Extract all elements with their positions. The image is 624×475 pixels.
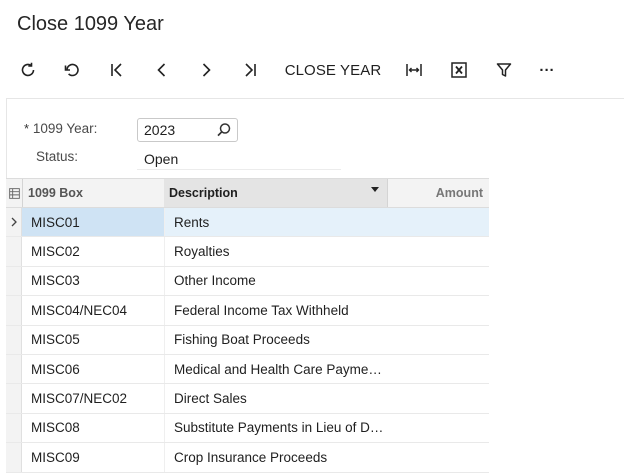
refresh-button[interactable]: [16, 52, 40, 88]
column-settings-button[interactable]: [6, 179, 22, 207]
previous-record-button[interactable]: [150, 52, 174, 88]
cell-description[interactable]: Medical and Health Care Payme…: [164, 354, 387, 384]
row-selector[interactable]: [6, 237, 22, 266]
cell-box[interactable]: MISC07/NEC02: [22, 384, 164, 412]
row-selector[interactable]: [6, 413, 22, 443]
cell-description[interactable]: Substitute Payments in Lieu of D…: [164, 413, 387, 443]
column-header-description[interactable]: Description: [164, 179, 387, 207]
fit-columns-button[interactable]: [402, 52, 426, 88]
year-value: 2023: [144, 122, 176, 138]
first-record-button[interactable]: [105, 52, 129, 88]
status-label: Status:: [36, 149, 79, 164]
more-actions-button[interactable]: ···: [532, 52, 562, 88]
page-title: Close 1099 Year: [17, 13, 164, 35]
table-row[interactable]: MISC05 Fishing Boat Proceeds: [6, 325, 489, 355]
chevron-right-icon: [11, 217, 17, 227]
filter-icon: [496, 63, 512, 77]
refresh-icon: [21, 62, 35, 77]
row-selector[interactable]: [6, 208, 22, 237]
cell-description[interactable]: Federal Income Tax Withheld: [164, 296, 387, 325]
cell-box[interactable]: MISC08: [22, 414, 164, 442]
cell-box[interactable]: MISC06: [22, 355, 164, 383]
close-year-button[interactable]: CLOSE YEAR: [282, 52, 384, 88]
cell-amount[interactable]: [387, 237, 489, 265]
year-label: * 1099 Year:: [24, 121, 97, 136]
filter-button[interactable]: [492, 52, 516, 88]
cell-box[interactable]: MISC03: [22, 267, 164, 295]
cell-description[interactable]: Crop Insurance Proceeds: [164, 443, 387, 472]
grid-header: 1099 Box Description Amount: [6, 178, 489, 208]
chevron-right-icon: [202, 63, 211, 77]
last-record-icon: [245, 63, 256, 77]
status-underline: [137, 169, 341, 170]
grid-body: MISC01 Rents MISC02 Royalties MISC03 Oth…: [6, 208, 489, 473]
column-settings-icon: [8, 187, 20, 199]
cell-description[interactable]: Direct Sales: [164, 384, 387, 413]
boxes-grid: 1099 Box Description Amount MISC01 Rents…: [6, 178, 624, 475]
cell-amount[interactable]: [387, 208, 489, 236]
cell-amount[interactable]: [387, 296, 489, 324]
table-row[interactable]: MISC01 Rents: [6, 208, 489, 238]
table-row[interactable]: MISC08 Substitute Payments in Lieu of D…: [6, 413, 489, 444]
cell-amount[interactable]: [387, 326, 489, 354]
cell-box[interactable]: MISC04/NEC04: [22, 296, 164, 324]
table-row[interactable]: MISC09 Crop Insurance Proceeds: [6, 443, 489, 473]
row-selector[interactable]: [6, 325, 22, 354]
table-row[interactable]: MISC07/NEC02 Direct Sales: [6, 384, 489, 414]
search-icon[interactable]: [215, 121, 233, 139]
table-row[interactable]: MISC06 Medical and Health Care Payme…: [6, 354, 489, 385]
cell-amount[interactable]: [387, 384, 489, 412]
first-record-icon: [111, 63, 122, 77]
required-mark: *: [24, 121, 30, 136]
cell-box[interactable]: MISC09: [22, 443, 164, 471]
cell-box[interactable]: MISC01: [22, 208, 164, 237]
column-header-amount[interactable]: Amount: [388, 179, 489, 207]
year-label-text: 1099 Year:: [32, 121, 98, 136]
cell-description[interactable]: Other Income: [164, 266, 387, 296]
undo-icon: [64, 63, 79, 77]
status-value: Open: [144, 151, 179, 167]
table-row[interactable]: MISC04/NEC04 Federal Income Tax Withheld: [6, 296, 489, 326]
table-row[interactable]: MISC03 Other Income: [6, 266, 489, 297]
row-selector[interactable]: [6, 443, 22, 472]
excel-icon: [451, 62, 467, 78]
fit-width-icon: [406, 64, 422, 76]
cell-box[interactable]: MISC02: [22, 237, 164, 265]
export-excel-button[interactable]: [447, 52, 471, 88]
chevron-left-icon: [157, 63, 166, 77]
table-row[interactable]: MISC02 Royalties: [6, 237, 489, 267]
row-selector[interactable]: [6, 296, 22, 325]
cell-amount[interactable]: [387, 443, 489, 471]
summary-form: * 1099 Year: 2023 Status: Open: [6, 98, 624, 178]
row-selector[interactable]: [6, 266, 22, 296]
row-selector[interactable]: [6, 354, 22, 384]
cell-box[interactable]: MISC05: [22, 326, 164, 354]
cell-description[interactable]: Fishing Boat Proceeds: [164, 325, 387, 354]
next-record-button[interactable]: [194, 52, 218, 88]
undo-button[interactable]: [60, 52, 84, 88]
toolbar: CLOSE YEAR ···: [0, 52, 624, 88]
sort-descending-icon: [371, 187, 379, 192]
column-header-box[interactable]: 1099 Box: [23, 179, 164, 207]
cell-amount[interactable]: [387, 414, 489, 442]
cell-description[interactable]: Royalties: [164, 237, 387, 266]
row-selector[interactable]: [6, 384, 22, 413]
cell-amount[interactable]: [387, 355, 489, 383]
cell-description[interactable]: Rents: [164, 208, 387, 237]
column-header-description-label: Description: [169, 186, 238, 200]
last-record-button[interactable]: [238, 52, 262, 88]
cell-amount[interactable]: [387, 267, 489, 295]
year-selector[interactable]: 2023: [137, 118, 238, 142]
